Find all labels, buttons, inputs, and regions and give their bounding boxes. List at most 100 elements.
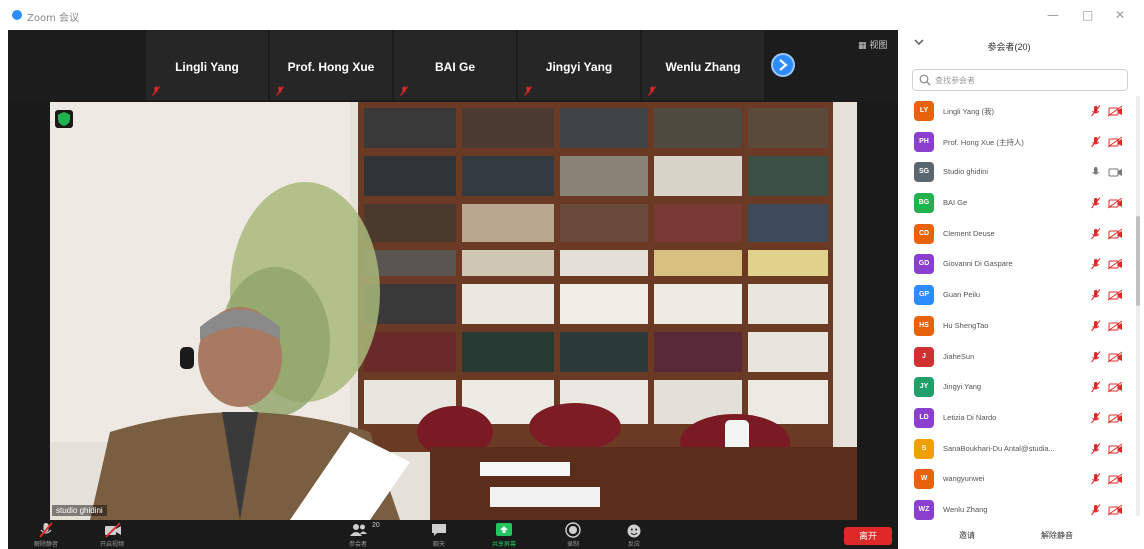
invite-button[interactable]: 邀请 xyxy=(959,530,975,541)
participant-row[interactable]: GP Guan Peilu xyxy=(904,280,1136,311)
video-frame-image xyxy=(50,102,857,520)
participant-row[interactable]: BG BAI Ge xyxy=(904,188,1136,219)
mic-muted-icon xyxy=(276,86,284,96)
share-screen-icon xyxy=(496,523,512,536)
mic-muted-icon xyxy=(1091,350,1101,362)
security-shield-icon[interactable] xyxy=(55,110,73,128)
reactions-label: 反应 xyxy=(627,542,640,548)
leave-button[interactable]: 离开 xyxy=(844,527,892,545)
mic-muted-icon xyxy=(1091,442,1101,454)
panel-header: 参会者(20) xyxy=(904,30,1144,62)
gallery-strip: Lingli Yang Prof. Hong Xue BAI Ge Jingyi… xyxy=(8,30,898,100)
participants-panel: 参会者(20) 查找参会者 LY Lingli Yang (我) PH Prof. H… xyxy=(904,30,1144,549)
participant-name: wangyunwei xyxy=(943,474,985,484)
mic-muted-icon xyxy=(1091,135,1101,148)
start-video-label: 开启视频 xyxy=(99,542,124,548)
mic-muted-icon xyxy=(1091,197,1101,209)
close-button[interactable]: ✕ xyxy=(1115,8,1125,22)
participant-status-icons xyxy=(1091,473,1123,485)
participant-list: LY Lingli Yang (我) PH Prof. Hong Xue (主持人) S… xyxy=(904,96,1136,526)
participant-status-icons xyxy=(1091,412,1123,424)
participant-row[interactable]: Wwangyunwei xyxy=(904,464,1136,495)
scrollbar-thumb[interactable] xyxy=(1136,216,1140,306)
record-icon xyxy=(565,522,581,538)
participant-name: Clement Deuse xyxy=(943,228,995,238)
gallery-tile[interactable]: Wenlu Zhang xyxy=(642,30,764,100)
mic-muted-icon xyxy=(1091,319,1101,332)
participant-row[interactable]: SG Studio ghidini xyxy=(904,157,1136,188)
title-bar: Zoom 会议 — □ ✕ xyxy=(0,0,1144,30)
meeting-area: Lingli Yang Prof. Hong Xue BAI Ge Jingyi… xyxy=(8,30,898,549)
maximize-button[interactable]: □ xyxy=(1082,8,1093,22)
mic-muted-icon xyxy=(400,86,408,96)
camera-off-icon xyxy=(1107,351,1123,362)
unmute-label: 解除静音 xyxy=(33,542,58,548)
view-button[interactable]: ▦ 视图 xyxy=(858,38,887,51)
window-title: Zoom 会议 xyxy=(27,13,80,24)
gallery-tile[interactable]: Prof. Hong Xue xyxy=(270,30,392,100)
search-placeholder: 查找参会者 xyxy=(935,76,975,85)
reactions-button[interactable]: 反应 xyxy=(626,522,642,548)
camera-off-icon xyxy=(1107,320,1123,332)
participants-icon xyxy=(350,524,367,536)
participant-status-icons xyxy=(1091,442,1123,454)
record-button[interactable]: 录制 xyxy=(565,522,581,548)
participant-status-icons xyxy=(1091,197,1123,209)
unmute-all-button[interactable]: 解除静音 xyxy=(1041,530,1073,541)
camera-off-icon xyxy=(105,522,121,538)
zoom-window: Zoom 会议 — □ ✕ Lingli Yang Prof. Hong Xue… xyxy=(0,0,1144,549)
participant-status-icons xyxy=(1091,319,1123,332)
share-screen-label: 共享屏幕 xyxy=(491,542,516,548)
camera-off-icon xyxy=(1107,473,1123,485)
unmute-button[interactable]: 解除静音 xyxy=(34,522,58,548)
participant-row[interactable]: S SanaBoukhari-Du Antal@studia... xyxy=(904,434,1136,465)
camera-off-icon xyxy=(1107,381,1123,393)
avatar: GP xyxy=(914,285,934,306)
participant-row[interactable]: HS Hu ShengTao xyxy=(904,311,1136,342)
avatar: CD xyxy=(914,223,934,244)
participant-row[interactable]: LY Lingli Yang (我) xyxy=(904,96,1136,127)
share-screen-button[interactable]: 共享屏幕 xyxy=(492,522,516,548)
chat-icon xyxy=(432,524,446,536)
tile-name: BAI Ge xyxy=(434,60,475,74)
chevron-right-icon xyxy=(779,59,788,71)
participant-name: SanaBoukhari-Du Antal@studia... xyxy=(943,443,1055,453)
participant-status-icons xyxy=(1091,227,1123,240)
participants-button[interactable]: 20 参会者 xyxy=(349,522,380,548)
mic-muted-icon xyxy=(1091,504,1101,516)
gallery-tile[interactable]: Jingyi Yang xyxy=(518,30,640,100)
participant-row[interactable]: CD Clement Deuse xyxy=(904,219,1136,250)
next-page-button[interactable] xyxy=(771,53,795,77)
participant-row[interactable]: WZ Wenlu Zhang xyxy=(904,495,1136,526)
participant-list-scrollbar[interactable] xyxy=(1136,96,1140,516)
avatar: GD xyxy=(914,254,934,275)
avatar: WZ xyxy=(914,499,934,520)
search-icon xyxy=(919,74,931,86)
avatar: JY xyxy=(914,377,934,398)
participant-count: 20 xyxy=(372,522,380,529)
gallery-tile[interactable]: Lingli Yang xyxy=(146,30,268,100)
participants-label: 参会者 xyxy=(348,542,367,548)
meeting-toolbar: 解除静音 开启视频 20 参会者 聊天 共享屏幕 录制 反应 离开 xyxy=(8,520,898,549)
speaker-video: studio ghidini xyxy=(50,102,857,520)
participant-row[interactable]: JY Jingyi Yang xyxy=(904,372,1136,403)
camera-off-icon xyxy=(1107,412,1123,424)
participant-search-input[interactable]: 查找参会者 xyxy=(912,69,1128,91)
chat-button[interactable]: 聊天 xyxy=(431,522,447,548)
camera-off-icon xyxy=(1107,259,1123,270)
camera-off-icon xyxy=(1107,504,1123,516)
participant-row[interactable]: GD Giovanni Di Gaspare xyxy=(904,249,1136,280)
participant-status-icons xyxy=(1092,167,1122,177)
participant-status-icons xyxy=(1091,289,1123,301)
participant-name: Guan Peilu xyxy=(943,290,981,300)
avatar: S xyxy=(914,438,934,459)
minimize-button[interactable]: — xyxy=(1047,8,1059,22)
mic-muted-icon xyxy=(1091,289,1101,301)
participant-name: Giovanni Di Gaspare xyxy=(943,259,1013,269)
mic-muted-icon xyxy=(524,86,532,96)
start-video-button[interactable]: 开启视频 xyxy=(100,522,124,548)
participant-row[interactable]: LD Letizia Di Nardo xyxy=(904,403,1136,434)
participant-row[interactable]: PH Prof. Hong Xue (主持人) xyxy=(904,127,1136,158)
participant-row[interactable]: J JiaheSun xyxy=(904,342,1136,373)
gallery-tile[interactable]: BAI Ge xyxy=(394,30,516,100)
